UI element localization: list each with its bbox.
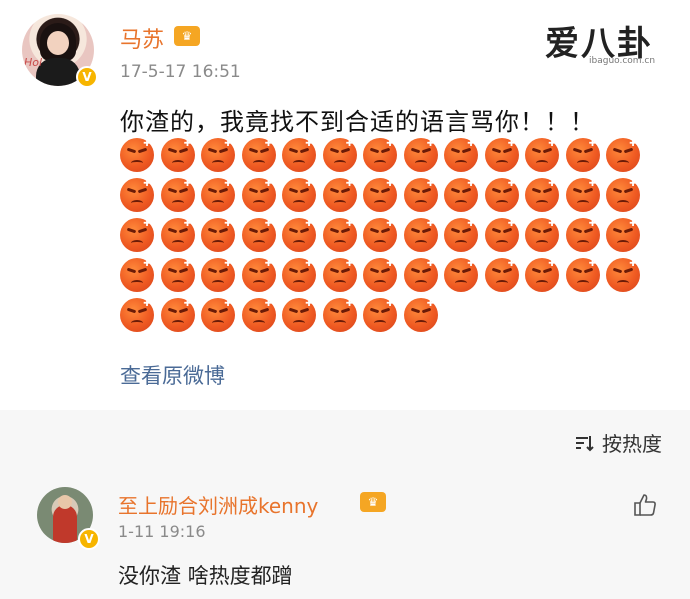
angry-face-emoji: ✚: [403, 138, 438, 172]
post-text: 你渣的，我竟找不到合适的语言骂你！！！: [120, 108, 595, 136]
angry-face-emoji: ✚: [282, 298, 316, 332]
angry-face-emoji: ✚: [606, 138, 640, 172]
post-timestamp: 17-5-17 16:51: [120, 62, 241, 82]
angry-face-emoji: ✚: [160, 218, 195, 252]
sort-icon: [576, 435, 594, 451]
angry-face-emoji: ✚: [363, 178, 397, 212]
angry-face-emoji: ✚: [160, 178, 195, 212]
angry-face-emoji: ✚: [484, 138, 519, 172]
angry-face-emoji: ✚: [363, 298, 397, 332]
angry-face-emoji: ✚: [525, 178, 559, 212]
angry-face-emoji: ✚: [403, 218, 438, 252]
sort-bar: 按热度: [0, 410, 690, 472]
angry-face-emoji: ✚: [606, 178, 640, 212]
avatar-face: [47, 31, 69, 55]
watermark: 爱八卦 ibaguo.com.cn: [545, 16, 675, 66]
view-original-link[interactable]: 查看原微博: [120, 360, 225, 390]
angry-face-emoji: ✚: [201, 138, 235, 172]
angry-face-emoji: ✚: [322, 258, 357, 292]
angry-face-emoji: ✚: [160, 258, 195, 292]
angry-face-emoji: ✚: [322, 178, 357, 212]
angry-face-emoji: ✚: [120, 138, 154, 172]
angry-face-emoji: ✚: [282, 258, 316, 292]
angry-face-emoji: ✚: [201, 178, 235, 212]
angry-face-emoji: ✚: [484, 178, 519, 212]
angry-face-emoji: ✚: [282, 178, 316, 212]
angry-face-emoji: ✚: [363, 218, 397, 252]
comment-timestamp: 1-11 19:16: [118, 522, 206, 541]
angry-face-emoji: ✚: [565, 138, 600, 172]
comment-item: V 至上励合刘洲成kenny ♛ 1-11 19:16 没你渣 啥热度都蹭: [0, 472, 690, 599]
angry-face-emoji: ✚: [282, 218, 316, 252]
angry-face-emoji: ✚: [363, 258, 397, 292]
sort-by-heat-button[interactable]: 按热度: [574, 428, 662, 457]
angry-face-emoji: ✚: [444, 218, 478, 252]
comment-text: 没你渣 啥热度都蹭: [118, 564, 293, 588]
watermark-url: ibaguo.com.cn: [589, 56, 656, 66]
angry-face-emoji: ✚: [565, 178, 600, 212]
angry-face-emoji: ✚: [484, 218, 519, 252]
angry-face-emoji: ✚: [160, 138, 195, 172]
angry-face-emoji: ✚: [525, 218, 559, 252]
verified-badge-icon: V: [76, 66, 98, 88]
post-username[interactable]: 马苏: [120, 22, 164, 54]
angry-face-emoji: ✚: [484, 258, 519, 292]
angry-face-emoji: ✚: [606, 218, 640, 252]
thumbs-up-icon[interactable]: [632, 492, 658, 518]
angry-face-emoji: ✚: [565, 218, 600, 252]
angry-face-emoji: ✚: [120, 178, 154, 212]
angry-face-emoji: ✚: [120, 258, 154, 292]
angry-face-emoji: ✚: [403, 178, 438, 212]
angry-face-emoji: ✚: [201, 258, 235, 292]
weibo-post: Hol V 马苏 ♛ 17-5-17 16:51 爱八卦 ibaguo.com.…: [0, 0, 690, 410]
angry-face-emoji: ✚: [363, 138, 397, 172]
angry-face-emoji: ✚: [444, 178, 478, 212]
angry-face-emoji: ✚: [322, 298, 357, 332]
angry-face-emoji: ✚: [322, 218, 357, 252]
avatar-text: Hol: [24, 56, 43, 69]
angry-face-emoji: ✚: [565, 258, 600, 292]
angry-face-emoji: ✚: [606, 258, 640, 292]
angry-face-emoji: ✚: [241, 258, 276, 292]
angry-face-emoji: ✚: [201, 218, 235, 252]
angry-face-emoji: ✚: [120, 298, 154, 332]
crown-icon: ♛: [360, 492, 386, 512]
avatar-figure: [53, 505, 77, 543]
angry-face-emoji: ✚: [120, 218, 154, 252]
angry-face-emoji: ✚: [444, 138, 478, 172]
angry-face-emoji: ✚: [403, 298, 438, 332]
angry-face-emoji: ✚: [241, 218, 276, 252]
angry-face-emoji: ✚: [201, 298, 235, 332]
angry-face-emoji: ✚: [282, 138, 316, 172]
angry-face-emoji: ✚: [241, 298, 276, 332]
verified-badge-icon: V: [78, 528, 100, 550]
angry-face-emoji: ✚: [444, 258, 478, 292]
angry-face-emoji: ✚: [241, 138, 276, 172]
angry-face-emoji: ✚: [525, 138, 559, 172]
avatar-head: [58, 495, 72, 509]
sort-label: 按热度: [602, 432, 662, 456]
angry-face-emoji: ✚: [322, 138, 357, 172]
commenter-username[interactable]: 至上励合刘洲成kenny: [118, 490, 318, 519]
angry-face-emoji: ✚: [525, 258, 559, 292]
crown-icon: ♛: [174, 26, 200, 46]
angry-face-emoji: ✚: [241, 178, 276, 212]
angry-face-emoji: ✚: [160, 298, 195, 332]
angry-face-emoji: ✚: [403, 258, 438, 292]
avatar-body: [36, 58, 80, 86]
